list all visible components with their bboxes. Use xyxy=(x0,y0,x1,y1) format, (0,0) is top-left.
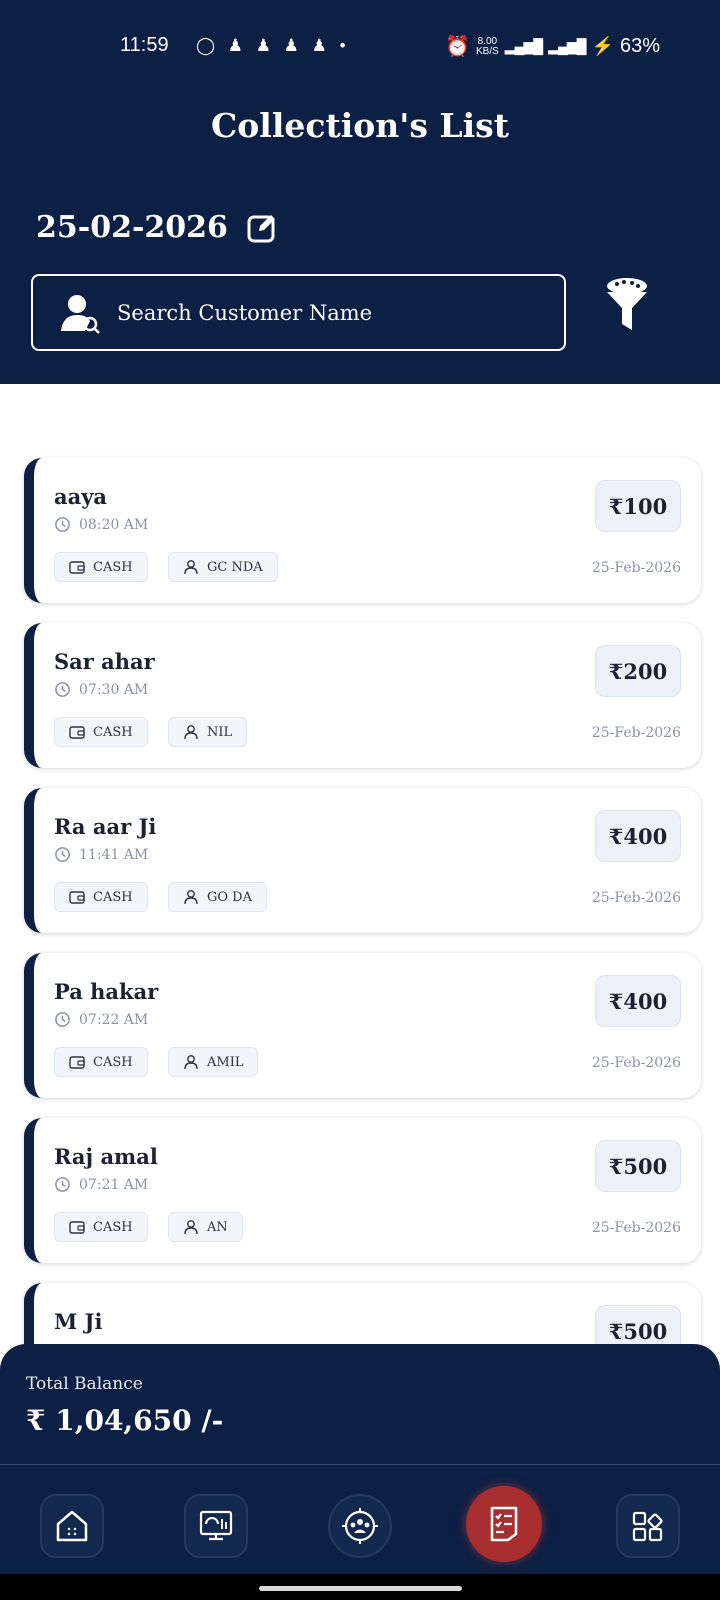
customers-icon xyxy=(342,1508,378,1544)
user-icon xyxy=(184,1055,198,1070)
payment-mode-badge: CASH xyxy=(54,1212,148,1242)
home-gesture-bar[interactable] xyxy=(259,1586,462,1591)
date-selector[interactable]: 25-02-2026 xyxy=(36,210,278,245)
page-title: Collection's List xyxy=(211,106,509,145)
search-placeholder: Search Customer Name xyxy=(117,300,373,325)
home-icon xyxy=(56,1510,88,1542)
customer-name: Raj amal xyxy=(54,1144,158,1169)
total-balance-label: Total Balance xyxy=(26,1374,143,1394)
collection-time: 07:30 AM xyxy=(54,681,148,698)
clock-icon xyxy=(55,1012,70,1027)
clock-icon xyxy=(55,847,70,862)
user-icon xyxy=(184,1220,198,1235)
payment-mode-badge: CASH xyxy=(54,552,148,582)
amount-badge: ₹500 xyxy=(595,1140,681,1192)
app-header: 11:59 ◯ ♟ ♟ ♟ ♟ • ⏰ 8.00 KB/S ▂▄▆█ ▂▄▆█ ⚡… xyxy=(0,0,720,384)
amount-badge: ₹400 xyxy=(595,975,681,1027)
nav-collection-list-button[interactable] xyxy=(466,1486,542,1562)
collection-date: 25-Feb-2026 xyxy=(591,560,681,576)
customer-name: Sar ahar xyxy=(54,649,155,674)
collection-date: 25-Feb-2026 xyxy=(591,1055,681,1071)
clock-icon xyxy=(55,1177,70,1192)
agent-badge: NIL xyxy=(168,717,248,747)
amount-badge: ₹400 xyxy=(595,810,681,862)
signal-icon: ▂▄▆█ xyxy=(504,38,543,54)
nav-customers-button[interactable] xyxy=(328,1494,392,1558)
bottom-panel: Total Balance ₹ 1,04,650 /- xyxy=(0,1344,720,1574)
clock-icon xyxy=(55,682,70,697)
collection-card[interactable]: Pa hakar 07:22 AM CASH AMIL ₹400 25-Feb-… xyxy=(24,953,701,1098)
agent-badge: AMIL xyxy=(168,1047,259,1077)
wallet-icon xyxy=(69,891,85,904)
wallet-icon xyxy=(69,1221,85,1234)
status-bar: 11:59 ◯ ♟ ♟ ♟ ♟ • ⏰ 8.00 KB/S ▂▄▆█ ▂▄▆█ ⚡… xyxy=(0,32,720,62)
user-icon xyxy=(184,725,198,740)
more-apps-icon xyxy=(632,1511,663,1542)
battery-percent: 63% xyxy=(619,35,660,57)
status-right-icons: ⏰ 8.00 KB/S ▂▄▆█ ▂▄▆█ ⚡ 63% xyxy=(445,34,660,59)
payment-mode-badge: CASH xyxy=(54,882,148,912)
collection-card[interactable]: Raj amal 07:21 AM CASH AN ₹500 25-Feb-20… xyxy=(24,1118,701,1263)
collection-date: 25-Feb-2026 xyxy=(591,1220,681,1236)
collection-list: aaya 08:20 AM CASH GC NDA ₹100 25-Feb-20… xyxy=(24,458,701,1448)
search-input[interactable]: Search Customer Name xyxy=(31,274,566,351)
agent-badge: AN xyxy=(168,1212,243,1242)
customer-name: Ra aar Ji xyxy=(54,814,157,839)
filter-icon[interactable] xyxy=(602,274,652,332)
customer-name: M Ji xyxy=(54,1309,103,1334)
nav-dashboard-button[interactable] xyxy=(184,1494,248,1558)
agent-badge: GC NDA xyxy=(168,552,278,582)
amount-badge: ₹200 xyxy=(595,645,681,697)
collection-card[interactable]: aaya 08:20 AM CASH GC NDA ₹100 25-Feb-20… xyxy=(24,458,701,603)
customer-name: Pa hakar xyxy=(54,979,159,1004)
notification-icons: ◯ ♟ ♟ ♟ ♟ • xyxy=(196,36,350,55)
gesture-area xyxy=(0,1574,720,1600)
user-icon xyxy=(184,560,198,575)
collection-card[interactable]: Sar ahar 07:30 AM CASH NIL ₹200 25-Feb-2… xyxy=(24,623,701,768)
nav-divider xyxy=(0,1464,720,1465)
collection-list-icon xyxy=(490,1506,518,1542)
dashboard-icon xyxy=(199,1510,233,1541)
wallet-icon xyxy=(69,561,85,574)
edit-date-icon[interactable] xyxy=(246,212,278,244)
signal-5g-icon: ▂▄▆█ xyxy=(548,38,586,54)
total-balance-value: ₹ 1,04,650 /- xyxy=(26,1404,224,1437)
customer-search-icon xyxy=(61,294,100,334)
collection-date: 25-Feb-2026 xyxy=(591,890,681,906)
wallet-icon xyxy=(69,726,85,739)
agent-badge: GO DA xyxy=(168,882,267,912)
selected-date: 25-02-2026 xyxy=(36,210,228,245)
collection-time: 08:20 AM xyxy=(54,516,148,533)
status-time: 11:59 xyxy=(120,34,169,56)
clock-icon xyxy=(55,517,70,532)
customer-name: aaya xyxy=(54,484,108,509)
collection-time: 07:22 AM xyxy=(54,1011,148,1028)
collection-card[interactable]: Ra aar Ji 11:41 AM CASH GO DA ₹400 25-Fe… xyxy=(24,788,701,933)
collection-time: 11:41 AM xyxy=(54,846,148,863)
payment-mode-badge: CASH xyxy=(54,1047,148,1077)
user-icon xyxy=(184,890,198,905)
charging-icon: ⚡ xyxy=(591,36,614,56)
payment-mode-badge: CASH xyxy=(54,717,148,747)
bottom-nav xyxy=(0,1474,720,1574)
collection-date: 25-Feb-2026 xyxy=(591,725,681,741)
network-speed: 8.00 KB/S xyxy=(476,35,499,57)
amount-badge: ₹100 xyxy=(595,480,681,532)
nav-more-button[interactable] xyxy=(616,1494,680,1558)
nav-home-button[interactable] xyxy=(40,1494,104,1558)
alarm-icon: ⏰ xyxy=(445,36,470,58)
collection-time: 07:21 AM xyxy=(54,1176,148,1193)
wallet-icon xyxy=(69,1056,85,1069)
